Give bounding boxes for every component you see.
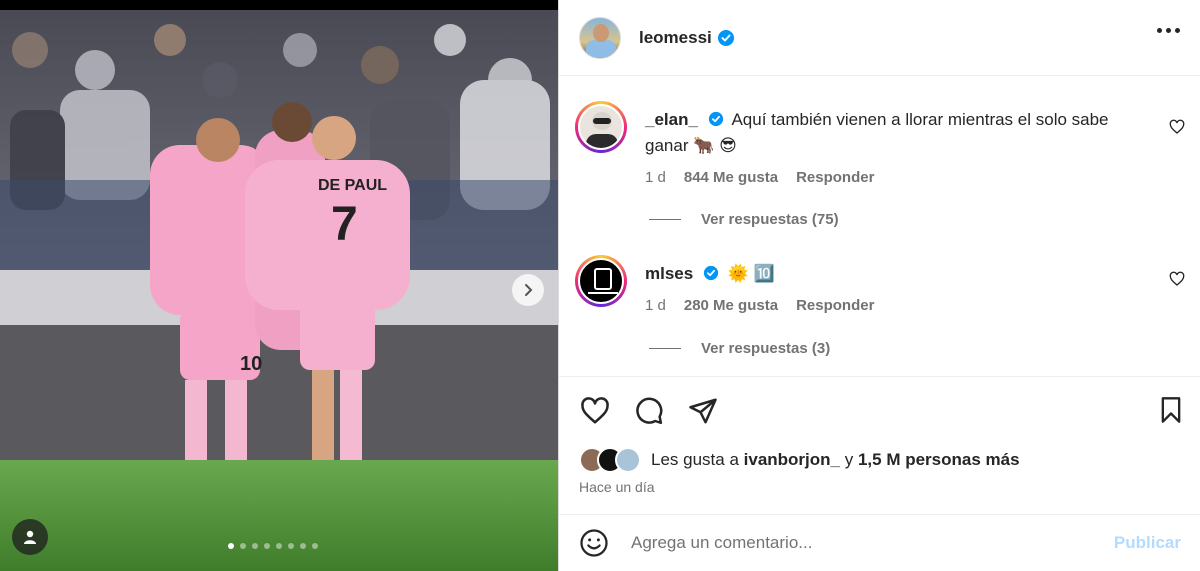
carousel-dot: [252, 543, 258, 549]
heart-icon: [581, 397, 609, 424]
like-comment-icon[interactable]: [1169, 271, 1185, 287]
view-replies-button[interactable]: Ver respuestas (3): [649, 340, 830, 357]
post-header: leomessi: [559, 0, 1200, 76]
comment-input[interactable]: [631, 533, 1104, 553]
carousel-next-button[interactable]: [512, 274, 544, 306]
tagged-users-button[interactable]: [12, 519, 48, 555]
author-username[interactable]: leomessi: [639, 28, 712, 48]
comment-like-count[interactable]: 280 Me gusta: [684, 297, 778, 314]
post-media[interactable]: DE PAUL 7 10: [0, 0, 558, 571]
comment-button[interactable]: [633, 395, 665, 427]
likes-summary: Les gusta a ivanborjon_ y 1,5 M personas…: [579, 447, 1020, 473]
post-side-panel: leomessi _elan_ Aquí también vienen a ll…: [558, 0, 1200, 571]
carousel-dot: [300, 543, 306, 549]
publish-button[interactable]: Publicar: [1114, 533, 1181, 553]
reply-button[interactable]: Responder: [796, 169, 874, 186]
comment-text: 🌞 🔟: [727, 264, 775, 283]
likes-count[interactable]: 1,5 M personas más: [858, 450, 1020, 470]
comment-age: 1 d: [645, 169, 666, 186]
svg-text:7: 7: [331, 198, 358, 251]
chevron-right-icon: [525, 284, 533, 296]
commenter-username[interactable]: _elan_: [645, 110, 698, 129]
bookmark-icon: [1161, 397, 1181, 423]
commenter-avatar[interactable]: [575, 255, 627, 307]
smiley-icon: [580, 529, 608, 557]
liker-username[interactable]: ivanborjon_: [744, 450, 840, 470]
more-options-button[interactable]: [1157, 28, 1180, 33]
carousel-dot: [228, 543, 234, 549]
emoji-picker-button[interactable]: [579, 527, 611, 559]
save-button[interactable]: [1157, 395, 1185, 430]
likes-middle: y: [844, 450, 854, 469]
verified-badge-icon: [717, 29, 734, 46]
commenter-avatar[interactable]: [575, 101, 627, 153]
likes-prefix: Les gusta a: [651, 450, 739, 469]
author-avatar[interactable]: [579, 16, 621, 59]
post-timestamp[interactable]: Hace un día: [579, 479, 655, 495]
carousel-dot: [288, 543, 294, 549]
comment-age: 1 d: [645, 297, 666, 314]
user-icon: [24, 530, 36, 544]
svg-text:DE PAUL: DE PAUL: [318, 177, 387, 194]
post-photo: DE PAUL 7 10: [0, 10, 558, 571]
liker-avatars: [579, 447, 641, 473]
view-replies-button[interactable]: Ver respuestas (75): [649, 211, 839, 228]
verified-badge-icon: [703, 265, 719, 281]
paper-plane-icon: [689, 398, 717, 424]
verified-badge-icon: [708, 111, 723, 127]
share-button[interactable]: [687, 395, 719, 427]
post-actions-section: Les gusta a ivanborjon_ y 1,5 M personas…: [559, 376, 1200, 514]
like-comment-icon[interactable]: [1169, 119, 1185, 135]
add-comment-bar: Publicar: [559, 514, 1200, 571]
reply-button[interactable]: Responder: [796, 297, 874, 314]
commenter-username[interactable]: mlses: [645, 264, 693, 283]
comments-list: _elan_ Aquí también vienen a llorar mien…: [559, 77, 1200, 376]
carousel-dot: [240, 543, 246, 549]
like-button[interactable]: [579, 395, 611, 427]
carousel-indicator: [228, 543, 318, 549]
carousel-dot: [264, 543, 270, 549]
comment-like-count[interactable]: 844 Me gusta: [684, 169, 778, 186]
carousel-dot: [312, 543, 318, 549]
carousel-dot: [276, 543, 282, 549]
svg-text:10: 10: [240, 353, 262, 375]
media-top-bar: [0, 0, 558, 10]
speech-bubble-icon: [636, 397, 663, 425]
